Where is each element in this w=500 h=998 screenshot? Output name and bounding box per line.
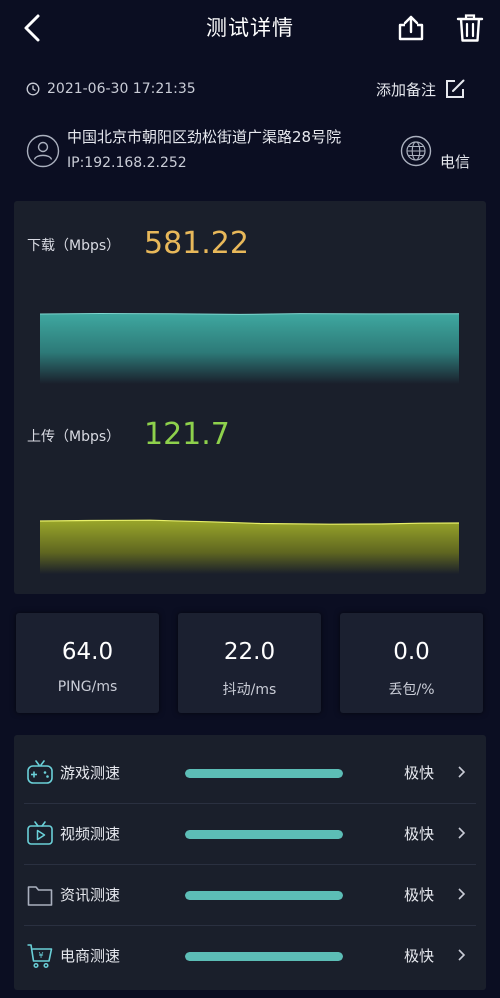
list-item-game-test[interactable]: 游戏测速 极快 xyxy=(14,742,486,803)
ping-label: PING/ms xyxy=(57,679,118,695)
add-note-button[interactable]: 添加备注 xyxy=(376,76,466,102)
news-test-label: 资讯测速 xyxy=(60,886,121,904)
ecommerce-test-progress xyxy=(185,952,343,961)
globe-icon xyxy=(400,135,432,167)
trash-icon xyxy=(456,14,484,42)
jitter-value: 22.0 xyxy=(223,639,276,665)
video-icon xyxy=(27,821,53,845)
video-test-label: 视频测速 xyxy=(60,825,121,843)
download-waveform xyxy=(40,312,459,384)
packet-loss-label: 丢包/% xyxy=(388,682,435,698)
chevron-right-icon xyxy=(458,888,466,900)
clock-icon xyxy=(26,82,40,96)
share-button[interactable] xyxy=(394,10,428,46)
upload-label: 上传（Mbps） xyxy=(27,429,121,445)
upload-waveform xyxy=(40,519,459,574)
download-label: 下载（Mbps） xyxy=(27,238,121,254)
chevron-right-icon xyxy=(458,949,466,961)
chevron-right-icon xyxy=(458,766,466,778)
game-test-label: 游戏测速 xyxy=(60,764,121,782)
video-test-rating: 极快 xyxy=(404,825,435,843)
news-test-rating: 极快 xyxy=(404,886,435,904)
list-item-ecommerce-test[interactable]: ¥ 电商测速 极快 xyxy=(14,925,486,986)
packet-loss-card: 0.0 丢包/% xyxy=(340,613,483,713)
edit-icon xyxy=(446,79,465,98)
cart-icon: ¥ xyxy=(27,944,53,969)
ecommerce-test-label: 电商测速 xyxy=(60,947,121,965)
list-item-news-test[interactable]: 资讯测速 极快 xyxy=(14,864,486,925)
upload-value: 121.7 xyxy=(144,417,230,452)
gamepad-icon xyxy=(27,760,53,784)
isp-name: 电信 xyxy=(440,153,471,171)
chevron-right-icon xyxy=(458,827,466,839)
game-test-rating: 极快 xyxy=(404,764,435,782)
user-location-icon xyxy=(26,134,60,168)
test-time: 2021-06-30 17:21:35 xyxy=(26,78,196,100)
video-test-progress xyxy=(185,830,343,839)
ip-address: IP:192.168.2.252 xyxy=(67,155,187,171)
news-test-progress xyxy=(185,891,343,900)
ecommerce-test-rating: 极快 xyxy=(404,947,435,965)
location-address: 中国北京市朝阳区劲松街道广渠路28号院 xyxy=(67,128,342,146)
share-icon xyxy=(398,15,424,41)
svg-text:¥: ¥ xyxy=(38,951,43,960)
folder-icon xyxy=(27,886,53,906)
game-test-progress xyxy=(185,769,343,778)
jitter-card: 22.0 抖动/ms xyxy=(178,613,321,713)
jitter-label: 抖动/ms xyxy=(222,682,277,698)
packet-loss-value: 0.0 xyxy=(393,639,430,665)
timestamp-text: 2021-06-30 17:21:35 xyxy=(47,81,196,97)
list-item-video-test[interactable]: 视频测速 极快 xyxy=(14,803,486,864)
add-note-label: 添加备注 xyxy=(376,80,437,99)
ping-card: 64.0 PING/ms xyxy=(16,613,159,713)
ping-value: 64.0 xyxy=(61,639,114,665)
delete-button[interactable] xyxy=(452,10,488,46)
download-value: 581.22 xyxy=(144,226,249,261)
